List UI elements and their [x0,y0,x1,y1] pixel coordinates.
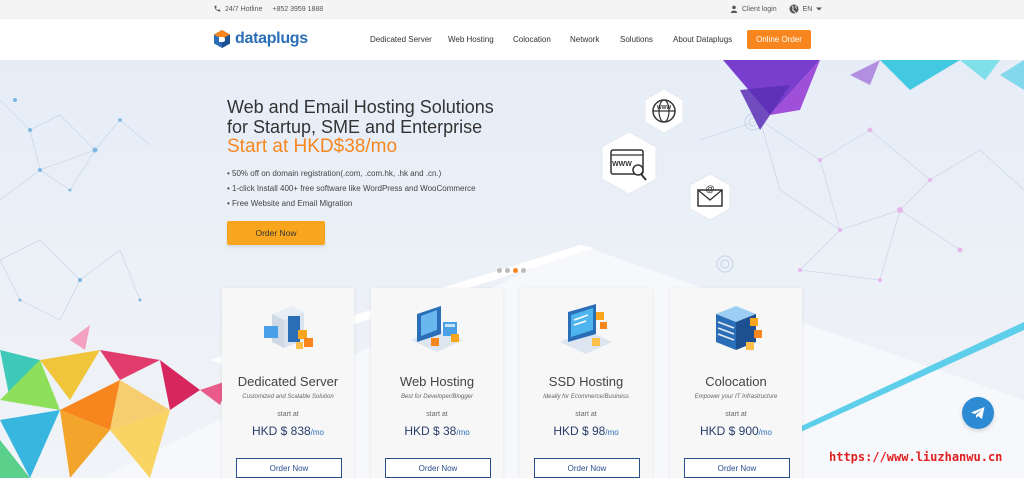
phone-icon [214,5,221,12]
slider-dots [497,268,526,273]
nav-item-about[interactable]: About Dataplugs [673,35,732,44]
www-globe-icon: WWW [644,88,684,134]
web-hosting-illustration-icon [411,306,463,352]
dataplugs-logo[interactable]: dataplugs [212,29,308,49]
nav-item-web-hosting[interactable]: Web Hosting [448,35,494,44]
card-title: Colocation [705,374,767,389]
card-order-now-button[interactable]: Order Now [684,458,790,478]
card-price-unit: /mo [310,428,325,437]
nav-item-dedicated-server[interactable]: Dedicated Server [370,35,432,44]
nav-item-network[interactable]: Network [570,35,599,44]
email-icon: @ [689,173,731,221]
nav-item-colocation[interactable]: Colocation [513,35,551,44]
product-card-web-hosting: Web Hosting Best for Developer/Blogger s… [371,288,503,478]
slider-dot[interactable] [505,268,510,273]
top-right-links: Client login EN [730,4,823,14]
card-order-now-button[interactable]: Order Now [385,458,491,478]
hero-bullets: • 50% off on domain registration(.com, .… [227,166,476,211]
card-order-now-button[interactable]: Order Now [236,458,342,478]
telegram-chat-button[interactable] [962,397,994,429]
card-title: Dedicated Server [237,374,339,389]
telegram-icon [971,407,985,419]
product-card-colocation: Colocation Empower your IT Infrastructur… [670,288,802,478]
slider-dot[interactable] [513,268,518,273]
card-price-unit: /mo [758,428,773,437]
logo-cube-icon [214,30,230,48]
bullet-item: • Free Website and Email Migration [227,199,353,208]
user-icon [730,5,738,13]
card-price: HKD $ 38/mo [371,424,503,438]
card-start-at: start at [277,411,299,418]
hotline: 24/7 Hotline +852 3959 1888 [213,5,323,13]
bullet-item: • 1-click Install 400+ free software lik… [227,184,476,193]
email-at-label: @ [706,184,715,194]
nav-item-solutions[interactable]: Solutions [620,35,653,44]
product-card-dedicated-server: Dedicated Server Customized and Scalable… [222,288,354,478]
card-start-at: start at [426,411,448,418]
logo-text: dataplugs [235,30,308,47]
online-order-button[interactable]: Online Order [747,30,811,49]
ssd-illustration-icon [560,304,612,354]
card-price-value: HKD $ 838 [251,424,311,438]
client-login-link[interactable]: Client login [742,6,777,13]
browser-www-label: WWW [612,161,632,168]
card-price: HKD $ 838/mo [222,424,354,438]
hero-order-now-button[interactable]: Order Now [227,221,325,245]
headline-price: Start at HKD$38/mo [227,136,398,157]
slider-dot[interactable] [497,268,502,273]
card-price-unit: /mo [456,428,470,437]
card-order-now-button[interactable]: Order Now [534,458,640,478]
top-bar: 24/7 Hotline +852 3959 1888 Client login… [0,0,1024,19]
card-price: HKD $ 98/mo [520,424,652,438]
card-price: HKD $ 900/mo [670,424,802,438]
card-price-unit: /mo [605,428,619,437]
headline-line-2: for Startup, SME and Enterprise [227,117,483,137]
card-price-value: HKD $ 98 [553,424,606,438]
main-nav: dataplugs Dedicated Server Web Hosting C… [0,19,1024,60]
card-subtitle: Empower your IT Infrastructure [694,394,778,400]
card-start-at: start at [575,411,597,418]
caret-down-icon[interactable] [816,6,823,12]
globe-icon [789,4,799,14]
card-title: SSD Hosting [548,374,624,389]
card-price-value: HKD $ 900 [699,424,759,438]
hotline-number[interactable]: +852 3959 1888 [272,6,323,13]
hero-banner: WWW WWW @ Web and Email Hosting Solution… [0,60,1024,478]
card-subtitle: Ideally for Ecommerce/Business [543,394,629,400]
card-subtitle: Best for Developer/Blogger [400,394,474,400]
language-selector[interactable]: EN [803,6,813,13]
browser-www-icon: WWW [601,131,657,195]
hero-headline: Web and Email Hosting Solutions for Star… [227,97,494,157]
watermark-url: https://www.liuzhanwu.cn [829,450,1003,464]
product-card-ssd-hosting: SSD Hosting Ideally for Ecommerce/Busine… [520,288,652,478]
bullet-item: • 50% off on domain registration(.com, .… [227,169,442,178]
globe-www-label: WWW [657,105,671,111]
card-start-at: start at [725,411,747,418]
card-price-value: HKD $ 38 [404,424,457,438]
colocation-illustration-icon [716,306,762,350]
slider-dot[interactable] [521,268,526,273]
card-subtitle: Customized and Scalable Solution [242,394,334,400]
headline-line-1: Web and Email Hosting Solutions [227,97,494,117]
hotline-label: 24/7 Hotline [225,5,263,13]
card-title: Web Hosting [399,374,475,389]
server-illustration-icon [264,306,313,349]
